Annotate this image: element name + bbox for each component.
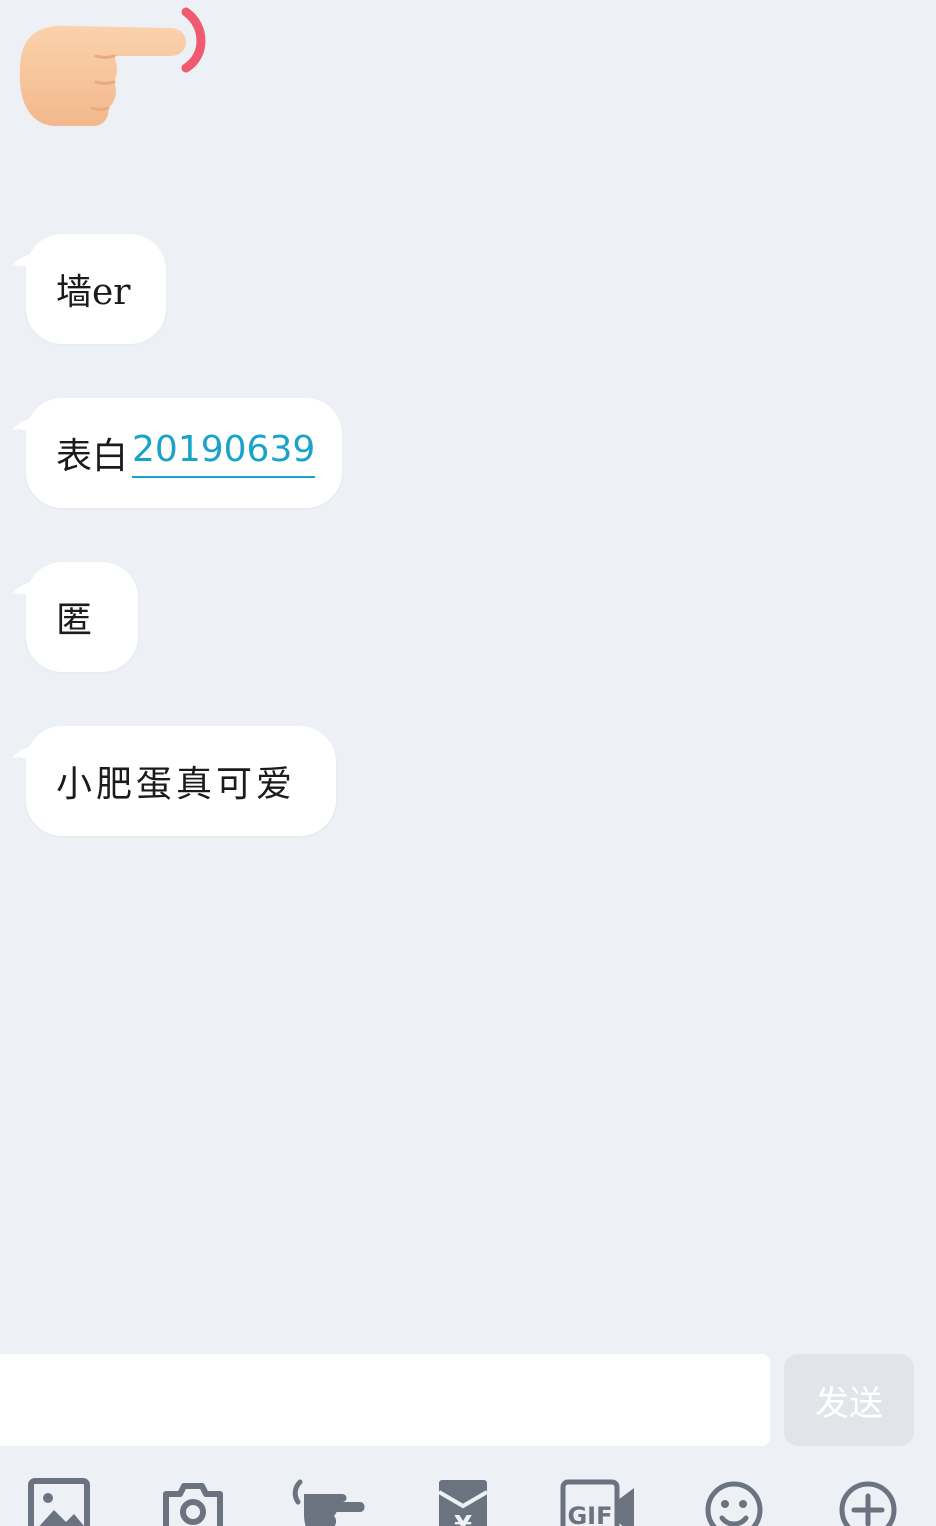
message-text: 匿 bbox=[56, 600, 93, 641]
svg-text:¥: ¥ bbox=[454, 1511, 472, 1526]
bubble-tail bbox=[12, 745, 46, 768]
red-packet-button[interactable]: ¥ bbox=[436, 1478, 506, 1526]
message-bubble[interactable]: 匿 bbox=[12, 562, 138, 672]
gif-button[interactable]: GIF bbox=[560, 1478, 634, 1526]
message-bubble[interactable]: 小肥蛋真可爱 bbox=[12, 726, 336, 836]
message-text: 表白 bbox=[56, 436, 129, 477]
bubble-tail bbox=[12, 253, 46, 276]
emoji-icon bbox=[705, 1481, 763, 1526]
camera-icon bbox=[163, 1483, 223, 1526]
emoji-button[interactable] bbox=[704, 1478, 774, 1526]
gif-icon: GIF bbox=[560, 1479, 634, 1526]
message-bubble[interactable]: 墙er bbox=[12, 234, 166, 344]
camera-button[interactable] bbox=[162, 1478, 232, 1526]
svg-text:GIF: GIF bbox=[567, 1502, 612, 1526]
poke-hand-icon bbox=[292, 1479, 365, 1526]
image-icon bbox=[28, 1478, 90, 1526]
message-text: 小肥蛋真可爱 bbox=[56, 764, 297, 805]
bubble-tail bbox=[12, 581, 46, 604]
message-bubble[interactable]: 表白 20190639 bbox=[12, 398, 342, 508]
message-text: 墙er bbox=[56, 272, 131, 313]
image-button[interactable] bbox=[28, 1478, 98, 1526]
number-link[interactable]: 20190639 bbox=[132, 429, 316, 478]
more-button[interactable] bbox=[838, 1478, 908, 1526]
poke-button[interactable] bbox=[290, 1478, 365, 1526]
message-input[interactable] bbox=[0, 1354, 770, 1446]
plus-icon bbox=[839, 1481, 897, 1526]
chat-screen: 墙er 表白 20190639 匿 小肥蛋真可爱 发送 ¥ GIF bbox=[0, 0, 936, 1526]
pointing-hand-icon bbox=[19, 7, 206, 126]
bubble-tail bbox=[12, 417, 46, 440]
input-toolbar: ¥ GIF bbox=[0, 1460, 936, 1526]
red-packet-icon: ¥ bbox=[437, 1480, 489, 1526]
send-button[interactable]: 发送 bbox=[784, 1354, 914, 1446]
